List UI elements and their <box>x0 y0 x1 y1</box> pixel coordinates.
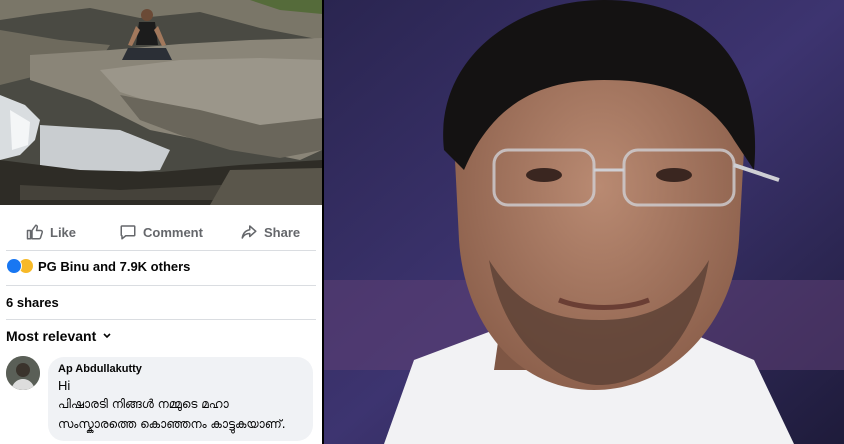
divider <box>6 319 316 320</box>
post-photo[interactable] <box>0 0 322 205</box>
person-avatar-icon <box>6 356 40 390</box>
thumbs-up-icon <box>26 224 43 240</box>
facebook-post-panel: Like Comment Share PG Binu and 7.9K othe… <box>0 0 322 444</box>
comment-bubble: Ap Abdullakutty Hi പിഷാരടി നിങ്ങൾ നമ്മുട… <box>48 357 313 441</box>
comment-greeting: Hi <box>58 378 71 393</box>
share-button[interactable]: Share <box>240 223 300 241</box>
comment-button[interactable]: Comment <box>119 223 203 241</box>
post-action-bar: Like Comment Share <box>0 213 322 251</box>
divider <box>6 285 316 286</box>
reactions-text: PG Binu and 7.9K others <box>38 258 191 274</box>
like-button[interactable]: Like <box>26 223 76 241</box>
like-label: Like <box>50 224 77 240</box>
comment-text-line: സംസ്കാരത്തെ കൊഞ്ഞനം കാട്ടുകയാണ്. <box>58 417 286 431</box>
sort-label: Most relevant <box>6 328 97 344</box>
share-label: Share <box>264 224 301 240</box>
collage: Like Comment Share PG Binu and 7.9K othe… <box>0 0 844 444</box>
divider <box>6 250 316 251</box>
man-portrait-photo <box>324 0 844 444</box>
shares-count[interactable]: 6 shares <box>6 295 59 310</box>
share-arrow-icon <box>241 225 257 239</box>
reactions-summary[interactable]: PG Binu and 7.9K others <box>6 258 190 274</box>
like-reaction-icon <box>6 258 22 274</box>
commenter-avatar[interactable] <box>6 356 40 390</box>
comment-sort-dropdown[interactable]: Most relevant <box>6 328 112 344</box>
portrait-photo <box>324 0 844 444</box>
comment-author[interactable]: Ap Abdullakutty <box>58 363 303 375</box>
comment-icon <box>120 225 136 240</box>
chevron-down-icon <box>103 333 111 339</box>
rock-waterfall-photo <box>0 0 322 205</box>
comment-label: Comment <box>143 224 203 240</box>
comment-text-line: പിഷാരടി നിങ്ങൾ നമ്മുടെ മഹാ <box>58 397 229 411</box>
